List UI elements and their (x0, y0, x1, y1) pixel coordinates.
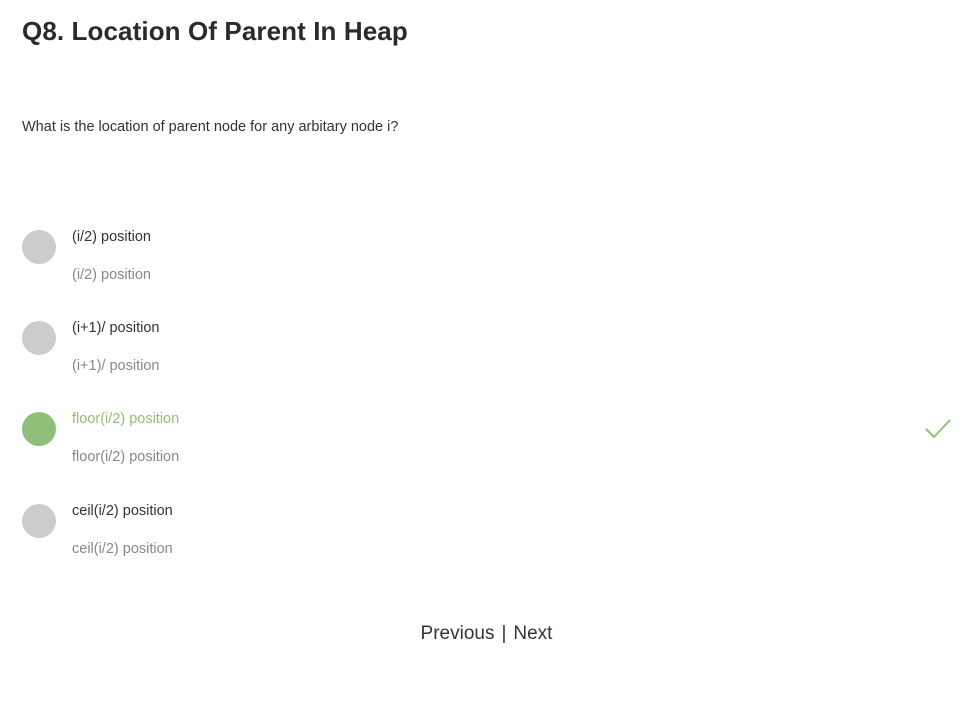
option-label: ceil(i/2) position (72, 503, 173, 519)
option-label: floor(i/2) position (72, 411, 180, 427)
option-radio[interactable] (22, 321, 56, 355)
pager-separator: | (501, 623, 507, 644)
option-label: (i/2) position (72, 229, 151, 245)
check-icon (925, 419, 951, 439)
quiz-page: Q8. Location Of Parent In Heap What is t… (0, 0, 973, 711)
option-radio[interactable] (22, 230, 56, 264)
option-radio[interactable] (22, 504, 56, 538)
pagination: Previous | Next (0, 623, 973, 645)
option-radio-selected[interactable] (22, 412, 56, 446)
option-sub-label: ceil(i/2) position (72, 541, 173, 557)
option-sub-label: (i+1)/ position (72, 358, 160, 374)
question-text: What is the location of parent node for … (22, 119, 399, 135)
next-link[interactable]: Next (513, 623, 552, 645)
option-sub-label: floor(i/2) position (72, 449, 180, 465)
option-label: (i+1)/ position (72, 320, 160, 336)
option-4[interactable]: ceil(i/2) position ceil(i/2) position (22, 503, 952, 574)
question-title: Q8. Location Of Parent In Heap (22, 16, 408, 46)
option-sub-label: (i/2) position (72, 267, 151, 283)
previous-link[interactable]: Previous (421, 623, 495, 645)
option-1[interactable]: (i/2) position (i/2) position (22, 229, 952, 300)
option-3[interactable]: floor(i/2) position floor(i/2) position (22, 411, 952, 482)
option-2[interactable]: (i+1)/ position (i+1)/ position (22, 320, 952, 391)
